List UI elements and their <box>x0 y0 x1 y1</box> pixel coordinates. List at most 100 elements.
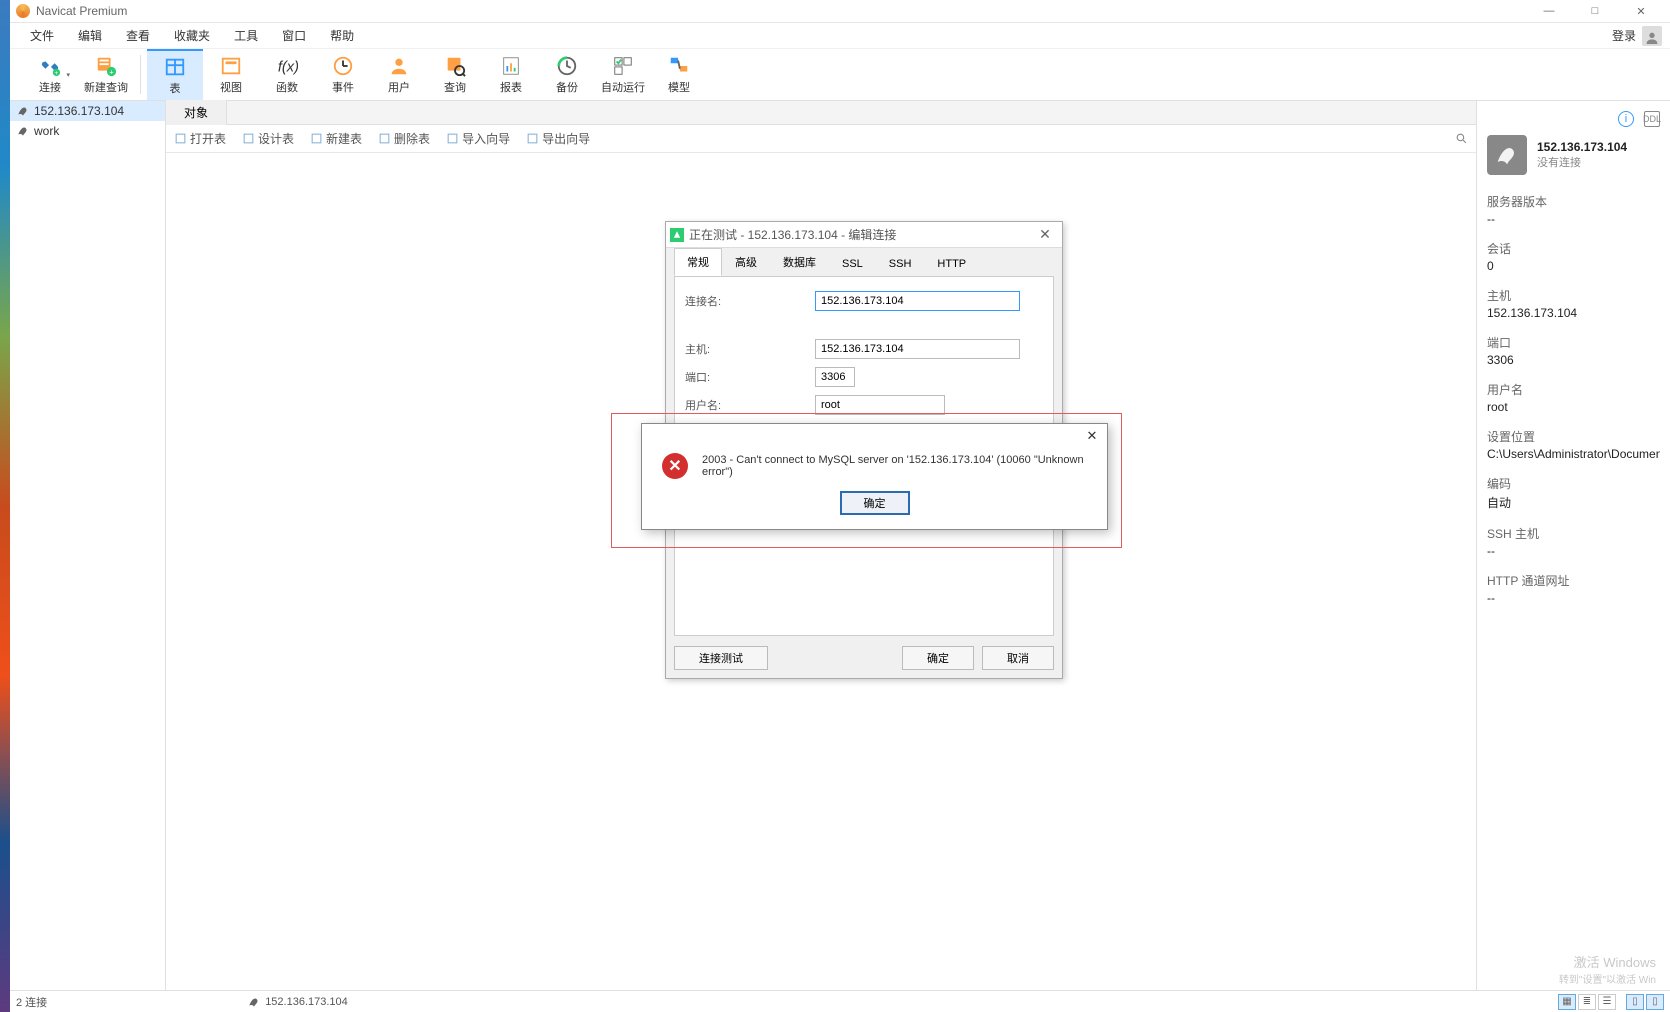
statusbar: 2 连接 152.136.173.104 ▦ ≣ ☰ ▯ ▯ <box>10 990 1670 1012</box>
svg-text:+: + <box>109 67 113 76</box>
view-icon <box>220 55 242 77</box>
login-link[interactable]: 登录 <box>1612 27 1636 44</box>
conn-user-input[interactable] <box>815 395 945 415</box>
prop-path-v: C:\Users\Administrator\Documents\Na <box>1487 447 1660 461</box>
toolbar-model[interactable]: 模型 <box>651 49 707 100</box>
toolbar-autorun[interactable]: 自动运行 <box>595 49 651 100</box>
prop-server-version-k: 服务器版本 <box>1487 193 1660 210</box>
error-dialog-close[interactable]: ✕ <box>1081 427 1103 445</box>
mysql-small-icon <box>16 124 30 138</box>
conn-tab-HTTP[interactable]: HTTP <box>924 252 979 276</box>
subtool-设计表[interactable]: 设计表 <box>242 130 294 147</box>
toolbar-fx[interactable]: f(x)函数 <box>259 49 315 100</box>
conn-cancel-button[interactable]: 取消 <box>982 646 1054 670</box>
conn-dialog-title: 正在测试 - 152.136.173.104 - 编辑连接 <box>689 226 1032 243</box>
conn-name-input[interactable] <box>815 291 1020 311</box>
view-grid-icon[interactable]: ▦ <box>1558 994 1576 1010</box>
svg-text:f(x): f(x) <box>278 59 298 75</box>
app-window: Navicat Premium — □ ✕ 文件 编辑 查看 收藏夹 工具 窗口… <box>10 0 1670 1012</box>
menubar: 文件 编辑 查看 收藏夹 工具 窗口 帮助 登录 <box>10 23 1670 49</box>
menu-edit[interactable]: 编辑 <box>66 23 114 48</box>
body: 152.136.173.104work 对象 打开表设计表新建表删除表导入向导导… <box>10 101 1670 990</box>
prop-host-v: 152.136.173.104 <box>1487 306 1660 320</box>
prop-port-v: 3306 <box>1487 353 1660 367</box>
toolbar-plug[interactable]: +连接▾ <box>22 49 78 100</box>
conn-test-button[interactable]: 连接测试 <box>674 646 768 670</box>
conn-port-label: 端口: <box>685 369 815 385</box>
subtool-打开表[interactable]: 打开表 <box>174 130 226 147</box>
user-icon <box>388 55 410 77</box>
menu-file[interactable]: 文件 <box>18 23 66 48</box>
avatar-icon[interactable] <box>1642 26 1662 46</box>
subtool-新建表[interactable]: 新建表 <box>310 130 362 147</box>
sidebar-connection[interactable]: work <box>10 121 165 141</box>
prop-enc-v: 自动 <box>1487 494 1660 511</box>
panel-right-icon[interactable]: ▯ <box>1646 994 1664 1010</box>
chevron-down-icon: ▾ <box>66 71 70 79</box>
panel-toggle-buttons: ▯ ▯ <box>1626 994 1664 1010</box>
status-conn-count: 2 连接 <box>16 994 47 1010</box>
prop-path-k: 设置位置 <box>1487 428 1660 445</box>
toolbar-table[interactable]: 表 <box>147 49 203 100</box>
content-canvas: 正在测试 - 152.136.173.104 - 编辑连接 ✕ 常规高级数据库S… <box>166 153 1476 990</box>
toolbar-clock[interactable]: 事件 <box>315 49 371 100</box>
conn-name: 152.136.173.104 <box>1537 140 1627 154</box>
subtool-删除表[interactable]: 删除表 <box>378 130 430 147</box>
svg-text:+: + <box>55 70 59 77</box>
conn-ok-button[interactable]: 确定 <box>902 646 974 670</box>
prop-user-v: root <box>1487 400 1660 414</box>
sidebar-connection[interactable]: 152.136.173.104 <box>10 101 165 121</box>
prop-http-k: HTTP 通道网址 <box>1487 572 1660 589</box>
toolbar-user[interactable]: 用户 <box>371 49 427 100</box>
conn-name-label: 连接名: <box>685 293 815 309</box>
prop-host-k: 主机 <box>1487 287 1660 304</box>
mysql-icon <box>1487 135 1527 175</box>
menu-window[interactable]: 窗口 <box>270 23 318 48</box>
conn-dialog-tabs: 常规高级数据库SSLSSHHTTP <box>666 248 1062 276</box>
toolbar-report[interactable]: 报表 <box>483 49 539 100</box>
conn-tab-常规[interactable]: 常规 <box>674 248 722 276</box>
search-icon[interactable] <box>1455 132 1468 145</box>
conn-tab-SSL[interactable]: SSL <box>829 252 876 276</box>
conn-user-label: 用户名: <box>685 397 815 413</box>
menu-fav[interactable]: 收藏夹 <box>162 23 222 48</box>
prop-http-v: -- <box>1487 591 1660 605</box>
conn-dialog-close[interactable]: ✕ <box>1032 225 1058 245</box>
toolbar-query[interactable]: 查询 <box>427 49 483 100</box>
view-detail-icon[interactable]: ☰ <box>1598 994 1616 1010</box>
maximize-button[interactable]: □ <box>1572 0 1618 23</box>
conn-tab-高级[interactable]: 高级 <box>722 248 770 276</box>
menu-tools[interactable]: 工具 <box>222 23 270 48</box>
error-ok-button[interactable]: 确定 <box>840 491 910 515</box>
backup-icon <box>556 55 578 77</box>
mysql-small-icon <box>16 104 30 118</box>
conn-tab-数据库[interactable]: 数据库 <box>770 248 829 276</box>
subtool-导出向导[interactable]: 导出向导 <box>526 130 590 147</box>
view-list-icon[interactable]: ≣ <box>1578 994 1596 1010</box>
new-query-icon: + <box>95 55 117 77</box>
ddl-icon[interactable]: DDL <box>1644 111 1660 127</box>
toolbar-new-query[interactable]: +新建查询 <box>78 49 134 100</box>
conn-host-input[interactable] <box>815 339 1020 359</box>
error-message: 2003 - Can't connect to MySQL server on … <box>702 454 1087 478</box>
toolbar-backup[interactable]: 备份 <box>539 49 595 100</box>
prop-port-k: 端口 <box>1487 334 1660 351</box>
table-icon <box>164 56 186 78</box>
toolbar-view[interactable]: 视图 <box>203 49 259 100</box>
conn-tab-SSH[interactable]: SSH <box>876 252 925 276</box>
minimize-button[interactable]: — <box>1526 0 1572 23</box>
tab-row: 对象 <box>166 101 1476 125</box>
menu-help[interactable]: 帮助 <box>318 23 366 48</box>
conn-dialog-titlebar: 正在测试 - 152.136.173.104 - 编辑连接 ✕ <box>666 222 1062 248</box>
info-icon[interactable]: i <box>1618 111 1634 127</box>
close-button[interactable]: ✕ <box>1618 0 1664 23</box>
panel-left-icon[interactable]: ▯ <box>1626 994 1644 1010</box>
prop-ssh-k: SSH 主机 <box>1487 525 1660 542</box>
clock-icon <box>332 55 354 77</box>
error-dialog-titlebar: ✕ <box>642 424 1107 447</box>
report-icon <box>500 55 522 77</box>
subtool-导入向导[interactable]: 导入向导 <box>446 130 510 147</box>
conn-port-input[interactable] <box>815 367 855 387</box>
menu-view[interactable]: 查看 <box>114 23 162 48</box>
tab-objects[interactable]: 对象 <box>166 100 227 125</box>
